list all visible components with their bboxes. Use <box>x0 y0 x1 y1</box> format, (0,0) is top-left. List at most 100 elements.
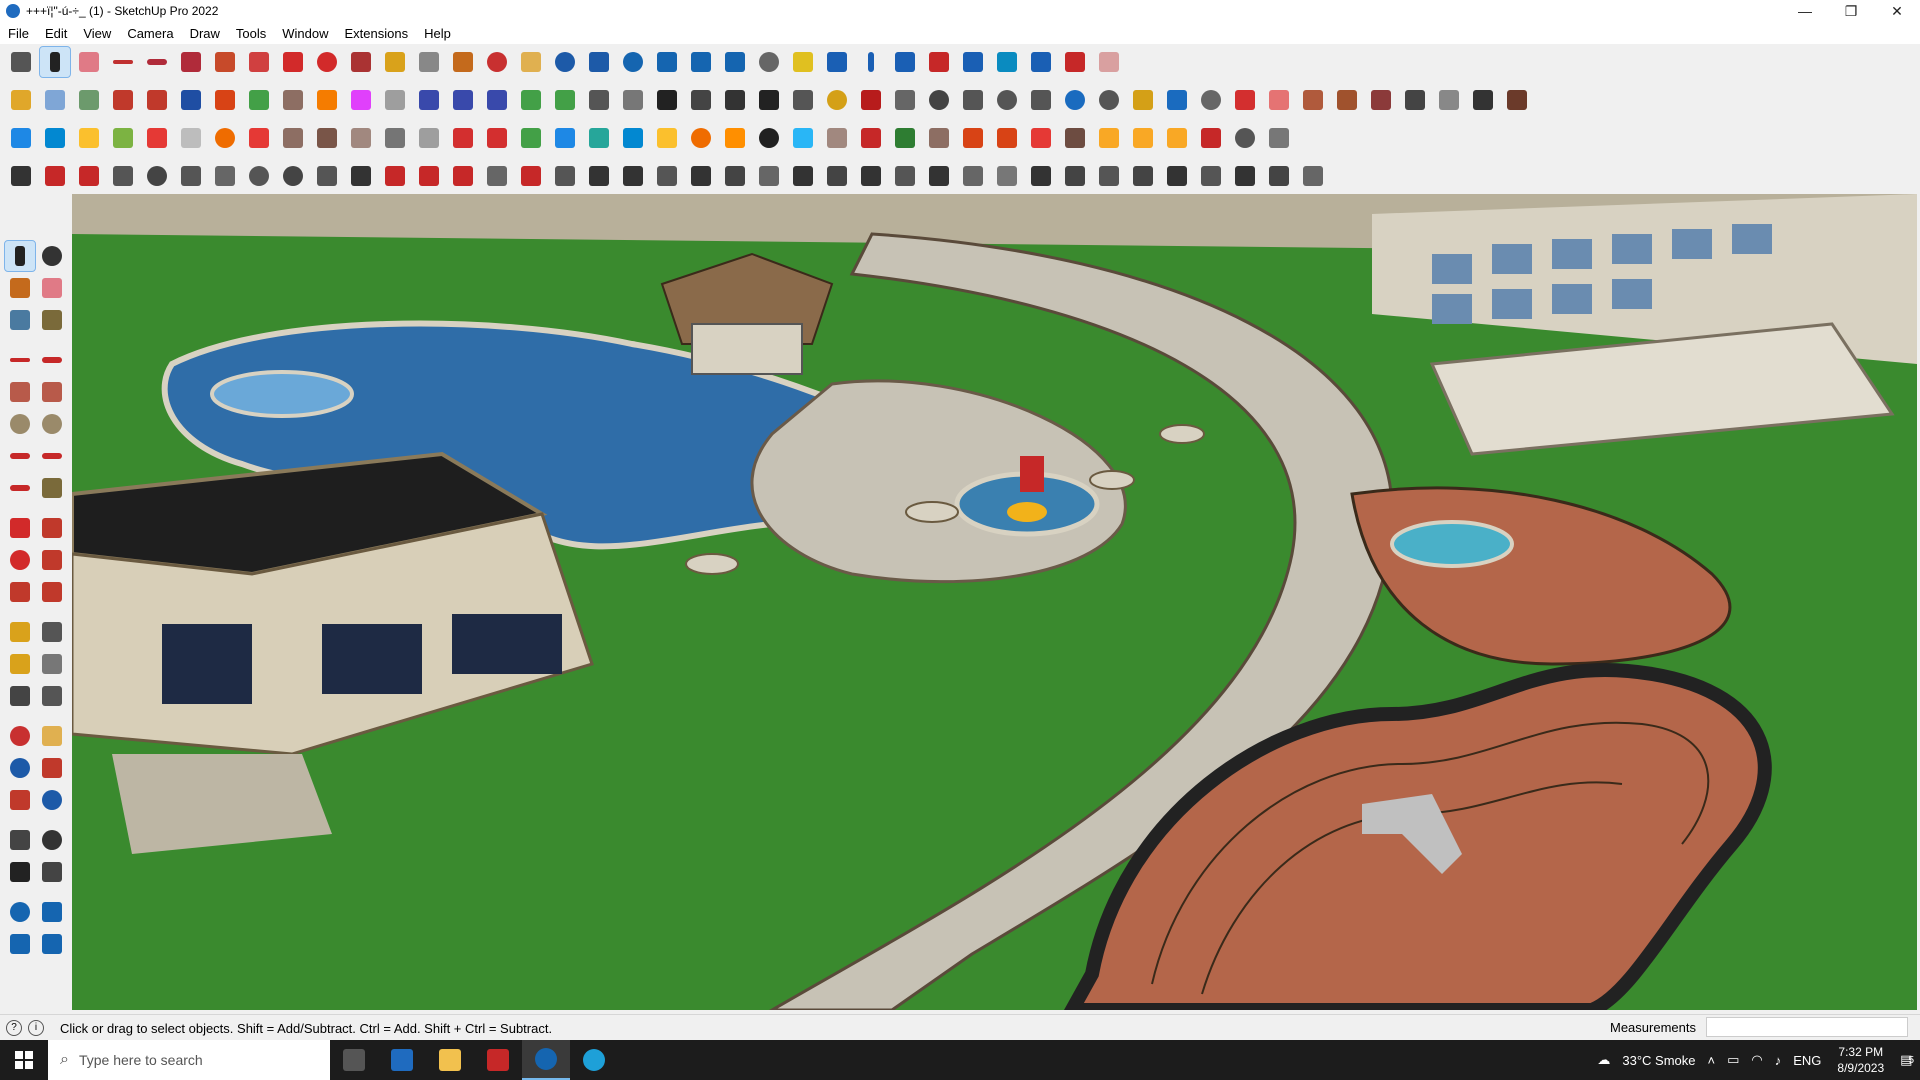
look-around-icon[interactable] <box>37 825 67 855</box>
wifi-icon[interactable]: ◠ <box>1751 1052 1762 1068</box>
triangle-icon[interactable] <box>652 123 682 153</box>
taskbar-search[interactable]: ⌕ Type here to search <box>48 1040 330 1080</box>
group-icon[interactable] <box>992 123 1022 153</box>
menu-draw[interactable]: Draw <box>182 26 228 41</box>
xray-icon[interactable] <box>584 85 614 115</box>
loop-icon[interactable] <box>210 123 240 153</box>
pink-eraser-icon[interactable] <box>1264 85 1294 115</box>
sandbox-icon[interactable] <box>414 85 444 115</box>
minimize-button[interactable]: — <box>1782 0 1828 22</box>
red-plane-icon[interactable] <box>142 123 172 153</box>
info-icon[interactable]: i <box>28 1020 44 1036</box>
file-explorer-icon[interactable] <box>426 1040 474 1080</box>
layout-tool-icon[interactable] <box>5 929 35 959</box>
sweep-icon[interactable] <box>312 161 342 191</box>
3d-text-icon[interactable] <box>37 681 67 711</box>
up-down-icon[interactable] <box>924 47 954 77</box>
rotate-icon[interactable] <box>5 545 35 575</box>
hidden-line-icon[interactable] <box>686 85 716 115</box>
union-icon[interactable] <box>176 85 206 115</box>
protractor-icon[interactable] <box>5 649 35 679</box>
material-icon[interactable] <box>1026 123 1056 153</box>
intersect-icon[interactable] <box>142 85 172 115</box>
menu-window[interactable]: Window <box>274 26 336 41</box>
shadow-icon[interactable] <box>380 85 410 115</box>
scale-icon[interactable] <box>5 577 35 607</box>
user-account-icon[interactable] <box>754 47 784 77</box>
acrobat-icon[interactable] <box>474 1040 522 1080</box>
yellow-plane-icon[interactable] <box>74 123 104 153</box>
edge-icon[interactable] <box>570 1040 618 1080</box>
circle-shape-icon[interactable] <box>924 85 954 115</box>
green-plane-icon[interactable] <box>108 123 138 153</box>
rotate-black-icon[interactable] <box>754 123 784 153</box>
eraser-tool-icon[interactable] <box>74 47 104 77</box>
3d-viewport[interactable] <box>72 194 1917 1010</box>
axes-icon[interactable] <box>856 47 886 77</box>
solid-tools-icon[interactable] <box>108 85 138 115</box>
onedrive-icon[interactable]: ▭ <box>1727 1052 1739 1068</box>
roof2-icon[interactable] <box>890 161 920 191</box>
round-corner-icon[interactable] <box>890 85 920 115</box>
section-plane-icon[interactable] <box>788 47 818 77</box>
loop-orange-icon[interactable] <box>686 123 716 153</box>
dots-red-icon[interactable] <box>1196 123 1226 153</box>
menu-camera[interactable]: Camera <box>119 26 181 41</box>
warehouse-icon[interactable] <box>618 47 648 77</box>
wireframe-icon[interactable] <box>618 85 648 115</box>
blue-plane-icon[interactable] <box>40 123 70 153</box>
menu-view[interactable]: View <box>75 26 119 41</box>
arrows-icon[interactable] <box>788 123 818 153</box>
red-angle-icon[interactable] <box>380 161 410 191</box>
rectangle-icon[interactable] <box>5 377 35 407</box>
extension-manager-icon[interactable] <box>720 47 750 77</box>
rail-icon[interactable] <box>584 161 614 191</box>
drape-icon[interactable] <box>516 85 546 115</box>
page-icon[interactable] <box>312 123 342 153</box>
orbit-icon[interactable] <box>5 721 35 751</box>
zoom-window-icon[interactable] <box>37 753 67 783</box>
cube-icon[interactable] <box>822 123 852 153</box>
follow-me-icon[interactable] <box>37 545 67 575</box>
slope-icon[interactable] <box>754 161 784 191</box>
pan-icon[interactable] <box>37 721 67 751</box>
frame-tool-icon[interactable] <box>1502 85 1532 115</box>
arc-icon[interactable] <box>5 441 35 471</box>
fan-icon[interactable] <box>788 161 818 191</box>
tree-icon[interactable] <box>618 123 648 153</box>
position-camera-icon[interactable] <box>992 47 1022 77</box>
axes-tool-icon[interactable] <box>5 681 35 711</box>
green-grid-icon[interactable] <box>890 123 920 153</box>
shaded-icon[interactable] <box>720 85 750 115</box>
polygon-icon[interactable] <box>37 409 67 439</box>
three-point-arc-icon[interactable] <box>5 473 35 503</box>
two-point-arc-icon[interactable] <box>37 441 67 471</box>
freehand-tool-icon[interactable] <box>142 47 172 77</box>
grid6-icon[interactable] <box>1162 161 1192 191</box>
red-square-icon[interactable] <box>244 123 274 153</box>
line-red-icon[interactable] <box>414 161 444 191</box>
layout-icon[interactable] <box>686 47 716 77</box>
star-icon[interactable] <box>686 161 716 191</box>
section-cut-icon[interactable] <box>822 47 852 77</box>
scale-tool-icon[interactable] <box>346 47 376 77</box>
zoom-search-icon[interactable] <box>6 47 36 77</box>
position-camera-tool-icon[interactable] <box>5 825 35 855</box>
pipe-icon[interactable] <box>210 161 240 191</box>
grid-gray-icon[interactable] <box>1264 123 1294 153</box>
offset-icon[interactable] <box>37 577 67 607</box>
building-icon[interactable] <box>482 161 512 191</box>
move-icon[interactable] <box>5 513 35 543</box>
pattern-icon[interactable] <box>1060 123 1090 153</box>
grid9-icon[interactable] <box>1264 161 1294 191</box>
paint-bucket-icon[interactable] <box>448 47 478 77</box>
line-tool-icon[interactable] <box>108 47 138 77</box>
shape-icon[interactable] <box>176 161 206 191</box>
hatch-icon[interactable] <box>924 161 954 191</box>
lasso-icon[interactable] <box>37 241 67 271</box>
rectangle-tool-icon[interactable] <box>176 47 206 77</box>
polyline-icon[interactable] <box>6 161 36 191</box>
grid7-icon[interactable] <box>1196 161 1226 191</box>
text-tool-icon[interactable] <box>414 47 444 77</box>
close-button[interactable]: ✕ <box>1874 0 1920 22</box>
